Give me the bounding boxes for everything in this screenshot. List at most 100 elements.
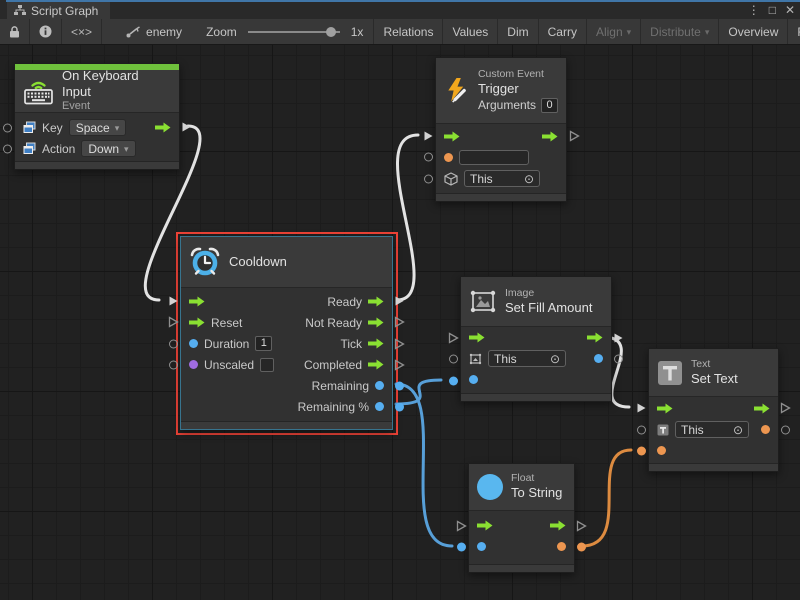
unscaled-checkbox[interactable] <box>260 358 274 372</box>
tostring-string-port[interactable] <box>577 543 586 552</box>
flow-in-arrow <box>189 317 205 328</box>
cooldown-remaining-pct-port[interactable] <box>395 403 404 412</box>
image-flow-in-port[interactable] <box>448 332 459 344</box>
close-icon[interactable]: ✕ <box>785 3 795 17</box>
remaining-dot <box>375 381 384 390</box>
arguments-field[interactable]: 0 <box>541 98 558 113</box>
flow-out-arrow <box>550 520 566 531</box>
node-footer <box>181 421 392 429</box>
tostring-flow-in-port[interactable] <box>456 520 467 532</box>
flow-out-arrow <box>587 332 603 343</box>
target-object-field[interactable]: This ⊙ <box>464 170 540 187</box>
lock-button[interactable] <box>0 19 30 44</box>
distribute-button[interactable]: Distribute▾ <box>641 19 719 44</box>
flow-out-arrow <box>368 317 384 328</box>
wire-tostring-to-settext[interactable] <box>582 450 631 546</box>
image-flow-out-port[interactable] <box>613 332 624 344</box>
tab-bar: Script Graph ⋮ □ ✕ <box>0 0 800 19</box>
settext-target-port[interactable] <box>637 426 646 435</box>
wire-cooldown-ready-to-trigger[interactable] <box>397 135 418 300</box>
cooldown-completed-port[interactable] <box>394 359 405 371</box>
float-in-dot <box>477 542 486 551</box>
tab-script-graph[interactable]: Script Graph <box>7 2 110 19</box>
cooldown-remaining-port[interactable] <box>395 382 404 391</box>
node-title: Set Fill Amount <box>505 300 592 316</box>
output-label: Tick <box>340 337 362 351</box>
flow-out-arrow <box>368 338 384 349</box>
key-dropdown[interactable]: Space ▾ <box>69 119 127 136</box>
tostring-float-port[interactable] <box>457 543 466 552</box>
node-float-to-string[interactable]: Float To String <box>468 463 575 573</box>
carry-button[interactable]: Carry <box>539 19 587 44</box>
info-button[interactable] <box>30 19 62 44</box>
graph-breadcrumb[interactable]: enemy <box>102 19 192 44</box>
maximize-icon[interactable]: □ <box>769 3 776 17</box>
zoom-slider[interactable] <box>248 31 340 33</box>
event-name-input[interactable] <box>459 150 529 165</box>
trigger-flow-out-port[interactable] <box>569 130 580 142</box>
image-small-icon <box>469 353 482 365</box>
flow-in-arrow <box>657 403 673 414</box>
trigger-name-port[interactable] <box>424 153 433 162</box>
keyboard-key-port[interactable] <box>3 124 12 133</box>
node-text-set-text[interactable]: Text Set Text This ⊙ <box>648 348 779 472</box>
float-icon <box>477 474 503 500</box>
target-object-field[interactable]: This ⊙ <box>488 350 566 367</box>
zoom-label: Zoom <box>206 25 237 39</box>
node-category: Image <box>505 287 592 300</box>
object-picker-icon[interactable]: ⊙ <box>733 424 743 436</box>
tostring-flow-out-port[interactable] <box>576 520 587 532</box>
action-dropdown[interactable]: Down ▾ <box>81 140 135 157</box>
more-icon[interactable]: ⋮ <box>748 3 760 17</box>
fill-amount-dot <box>469 375 478 384</box>
cooldown-ready-port[interactable] <box>394 295 405 307</box>
settext-flow-in-port[interactable] <box>636 402 647 414</box>
trigger-flow-in-port[interactable] <box>423 130 434 142</box>
object-picker-icon[interactable]: ⊙ <box>550 353 560 365</box>
dim-button[interactable]: Dim <box>498 19 538 44</box>
keyboard-flow-out-port[interactable] <box>181 121 192 133</box>
image-target-port[interactable] <box>449 355 458 364</box>
trigger-target-port[interactable] <box>424 175 433 184</box>
string-out-dot <box>557 542 566 551</box>
overview-button[interactable]: Overview <box>719 19 788 44</box>
wire-remaining-to-tostring[interactable] <box>396 384 452 546</box>
code-preview-button[interactable]: <×> <box>62 19 102 44</box>
cooldown-reset-port[interactable] <box>168 316 179 328</box>
enum-icon <box>23 142 36 155</box>
relations-button[interactable]: Relations <box>374 19 443 44</box>
object-picker-icon[interactable]: ⊙ <box>524 173 534 185</box>
info-icon <box>39 25 52 38</box>
values-button[interactable]: Values <box>443 19 498 44</box>
cooldown-tick-port[interactable] <box>394 338 405 350</box>
output-label: Ready <box>327 295 362 309</box>
flow-in-arrow <box>469 332 485 343</box>
cooldown-notready-port[interactable] <box>394 316 405 328</box>
cooldown-duration-port[interactable] <box>169 340 178 349</box>
key-label: Key <box>42 121 63 135</box>
image-fill-amount-port[interactable] <box>449 377 458 386</box>
zoom-slider-handle[interactable] <box>326 27 336 37</box>
remaining-pct-dot <box>375 402 384 411</box>
graph-canvas[interactable]: On Keyboard Input Event Key Space ▾ <box>0 45 800 600</box>
fullscreen-button[interactable]: Full Screen <box>788 19 800 44</box>
node-image-set-fill-amount[interactable]: Image Set Fill Amount This ⊙ <box>460 276 612 402</box>
node-on-keyboard-input[interactable]: On Keyboard Input Event Key Space ▾ <box>14 63 180 170</box>
node-cooldown[interactable]: Cooldown Ready Reset Not Ready <box>180 236 393 430</box>
chevron-down-icon: ▾ <box>705 27 710 38</box>
duration-dot <box>189 339 198 348</box>
keyboard-action-port[interactable] <box>3 145 12 154</box>
node-custom-event-trigger[interactable]: Custom Event Trigger Arguments 0 <box>435 57 567 202</box>
duration-field[interactable]: 1 <box>255 336 272 351</box>
settext-out-port[interactable] <box>781 426 790 435</box>
settext-value-port[interactable] <box>637 447 646 456</box>
target-object-field[interactable]: This ⊙ <box>675 421 749 438</box>
align-button[interactable]: Align▾ <box>587 19 641 44</box>
settext-flow-out-port[interactable] <box>780 402 791 414</box>
action-label: Action <box>42 142 75 156</box>
cooldown-unscaled-port[interactable] <box>169 361 178 370</box>
image-out-port[interactable] <box>614 355 623 364</box>
tab-title: Script Graph <box>31 4 98 18</box>
cooldown-flow-in-port[interactable] <box>168 295 179 307</box>
unscaled-dot <box>189 360 198 369</box>
